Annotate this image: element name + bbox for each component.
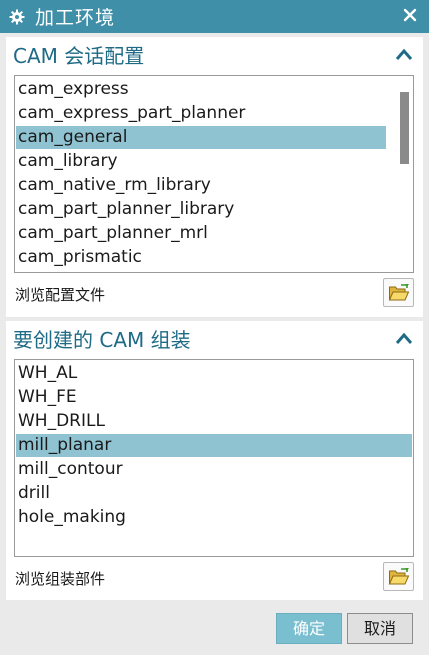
list-item[interactable]: WH_AL xyxy=(16,362,412,385)
list-item[interactable]: mill_planar xyxy=(16,434,412,457)
session-config-list[interactable]: cam_express cam_express_part_planner cam… xyxy=(14,75,414,273)
folder-open-icon xyxy=(388,283,409,300)
browse-setup-label: 浏览组装部件 xyxy=(15,570,106,588)
list-item[interactable]: WH_FE xyxy=(16,386,412,409)
list-item[interactable]: mill_contour xyxy=(16,458,412,481)
list-scrollbar[interactable] xyxy=(397,78,411,270)
session-config-title: CAM 会话配置 xyxy=(13,43,145,68)
chevron-up-icon[interactable] xyxy=(395,47,413,61)
browse-config-button[interactable] xyxy=(383,278,414,307)
list-item[interactable]: cam_express_part_planner xyxy=(16,102,386,125)
list-item[interactable]: WH_DRILL xyxy=(16,410,412,433)
setup-header[interactable]: 要创建的 CAM 组装 xyxy=(6,321,423,355)
list-item[interactable]: cam_express xyxy=(16,78,386,101)
setup-title: 要创建的 CAM 组装 xyxy=(13,327,191,352)
list-item[interactable]: cam_part_planner_mrl xyxy=(16,222,386,245)
dialog-title: 加工环境 xyxy=(35,7,116,29)
session-config-panel: CAM 会话配置 cam_express cam_express_part_pl… xyxy=(6,37,423,317)
session-config-header[interactable]: CAM 会话配置 xyxy=(6,37,423,71)
ok-button[interactable]: 确定 xyxy=(276,613,342,644)
list-item[interactable]: cam_native_rm_library xyxy=(16,174,386,197)
list-item[interactable]: hole_making xyxy=(16,506,412,529)
chevron-up-icon[interactable] xyxy=(395,331,413,345)
browse-setup-button[interactable] xyxy=(383,562,414,591)
gear-icon xyxy=(9,9,25,24)
scrollbar-thumb[interactable] xyxy=(400,92,409,164)
close-icon[interactable] xyxy=(402,7,418,23)
list-item[interactable]: cam_library xyxy=(16,150,386,173)
list-item[interactable]: cam_part_planner_library xyxy=(16,198,386,221)
list-item[interactable]: cam_general xyxy=(16,126,386,149)
dialog-titlebar: 加工环境 xyxy=(0,0,429,33)
cancel-button[interactable]: 取消 xyxy=(347,613,413,644)
folder-open-icon xyxy=(388,567,409,584)
browse-config-label: 浏览配置文件 xyxy=(15,286,106,304)
list-item[interactable]: cam_prismatic xyxy=(16,246,386,269)
setup-panel: 要创建的 CAM 组装 WH_AL WH_FE WH_DRILL mill_pl… xyxy=(6,321,423,600)
setup-list[interactable]: WH_AL WH_FE WH_DRILL mill_planar mill_co… xyxy=(14,359,414,557)
list-item[interactable]: drill xyxy=(16,482,412,505)
